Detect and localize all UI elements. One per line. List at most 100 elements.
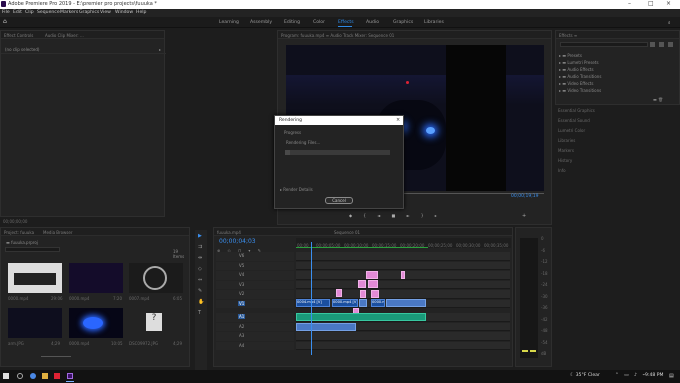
- close-icon[interactable]: ×: [666, 0, 671, 7]
- tab-sequence-01[interactable]: Sequence 01: [334, 230, 360, 235]
- menu-graphics[interactable]: Graphics: [79, 10, 99, 15]
- tab-color[interactable]: Color: [313, 20, 325, 25]
- ripple-edit-tool-icon[interactable]: ⇹: [198, 255, 202, 261]
- tab-media-browser[interactable]: Media Browser: [43, 230, 73, 235]
- track-header-v3[interactable]: V3: [216, 280, 294, 289]
- clip-v1-b[interactable]: 0000.mp4 [V]: [332, 299, 358, 307]
- thumb-1[interactable]: [8, 263, 62, 293]
- dialog-close-icon[interactable]: ×: [396, 117, 400, 123]
- tab-audio-clip-mixer[interactable]: Audio Clip Mixer: ...: [45, 33, 84, 38]
- clip-a2-b[interactable]: [296, 323, 356, 331]
- menu-markers[interactable]: Markers: [60, 10, 78, 15]
- type-tool-icon[interactable]: T: [198, 310, 201, 316]
- clip-v1-d[interactable]: 0000.mp4: [371, 299, 385, 307]
- track-header-v5[interactable]: V5: [216, 261, 294, 270]
- track-header-a2[interactable]: A2: [216, 322, 294, 331]
- menu-edit[interactable]: Edit: [13, 10, 22, 15]
- tab-effects[interactable]: Effects: [338, 20, 354, 25]
- home-icon[interactable]: ⌂: [3, 18, 7, 25]
- clip-v5-b[interactable]: [401, 271, 405, 279]
- panel-libraries[interactable]: Libraries: [558, 138, 575, 143]
- explorer-icon[interactable]: [42, 373, 48, 379]
- clip-v4-a[interactable]: [358, 280, 366, 288]
- edge-icon[interactable]: [30, 373, 36, 379]
- premiere-taskbar-icon[interactable]: [67, 373, 73, 379]
- cancel-button[interactable]: Cancel: [325, 197, 353, 204]
- zoom-slider[interactable]: [41, 356, 71, 357]
- menu-clip[interactable]: Clip: [25, 10, 34, 15]
- clip-v3-b[interactable]: [371, 290, 379, 298]
- menu-help[interactable]: Help: [136, 10, 146, 15]
- panel-info[interactable]: Info: [558, 168, 566, 173]
- panel-essential-graphics[interactable]: Essential Graphics: [558, 108, 595, 113]
- thumb-3[interactable]: [129, 263, 183, 293]
- effects-item-lumetri[interactable]: ▸ ▬ Lumetri Presets: [559, 60, 599, 65]
- slip-tool-icon[interactable]: ⇔: [198, 277, 202, 283]
- track-lane-a3[interactable]: [296, 332, 510, 341]
- clip-v1-e[interactable]: [386, 299, 426, 307]
- track-lane-v5[interactable]: [296, 261, 510, 270]
- effects-item-presets[interactable]: ▸ ▬ Presets: [559, 53, 582, 58]
- hand-tool-icon[interactable]: ✋: [198, 299, 204, 305]
- clip-v4-b[interactable]: [368, 280, 378, 288]
- panel-markers[interactable]: Markers: [558, 148, 574, 153]
- effects-search-input[interactable]: [560, 42, 648, 47]
- track-header-a3[interactable]: A3: [216, 332, 294, 341]
- search-icon[interactable]: ⌕: [668, 20, 671, 26]
- tab-audio[interactable]: Audio: [366, 20, 379, 25]
- track-header-v6[interactable]: V6: [216, 252, 294, 261]
- track-lane-v2[interactable]: [296, 290, 510, 299]
- effects-item-video-effects[interactable]: ▸ ▬ Video Effects: [559, 81, 593, 86]
- effects-item-audio-transitions[interactable]: ▸ ▬ Audio Transitions: [559, 74, 601, 79]
- tab-effects-panel[interactable]: Effects ≡: [559, 33, 577, 38]
- track-header-v1[interactable]: V1: [216, 299, 294, 308]
- track-lane-v6[interactable]: [296, 252, 510, 261]
- track-lane-v3[interactable]: [296, 280, 510, 289]
- tray-icons[interactable]: ⌃ ▭ ♪ ⌁: [615, 373, 647, 378]
- tab-learning[interactable]: Learning: [219, 20, 239, 25]
- panel-lumetri-color[interactable]: Lumetri Color: [558, 128, 585, 133]
- clip-v3-c[interactable]: [336, 289, 342, 297]
- search-taskbar-icon[interactable]: [17, 373, 23, 379]
- effects-item-video-transitions[interactable]: ▸ ▬ Video Transitions: [559, 88, 601, 93]
- track-header-a1[interactable]: A1: [216, 313, 294, 322]
- clip-v1-c[interactable]: [359, 299, 367, 307]
- menu-file[interactable]: File: [2, 10, 10, 15]
- clip-v5-a[interactable]: [366, 271, 378, 279]
- add-button-icon[interactable]: +: [522, 213, 526, 219]
- tab-libraries[interactable]: Libraries: [424, 20, 444, 25]
- playhead[interactable]: [311, 242, 312, 355]
- panel-history[interactable]: History: [558, 158, 572, 163]
- accelerated-icon[interactable]: [650, 42, 655, 47]
- notification-icon[interactable]: ▤: [669, 373, 674, 379]
- yuv-icon[interactable]: [668, 42, 673, 47]
- tab-editing[interactable]: Editing: [284, 20, 300, 25]
- track-header-v4[interactable]: V4: [216, 271, 294, 280]
- app-icon[interactable]: [54, 373, 60, 379]
- panel-menu-icon[interactable]: ▸: [159, 47, 161, 52]
- pen-tool-icon[interactable]: ✎: [198, 288, 202, 294]
- project-search-input[interactable]: [5, 247, 60, 252]
- track-select-tool-icon[interactable]: ⇉: [198, 244, 202, 250]
- selection-tool-icon[interactable]: ▶: [198, 233, 202, 239]
- thumb-5[interactable]: [69, 308, 123, 338]
- menu-window[interactable]: Window: [115, 10, 133, 15]
- tab-graphics[interactable]: Graphics: [393, 20, 413, 25]
- new-bin-icon[interactable]: ▬ 🗑: [653, 97, 663, 102]
- tab-project[interactable]: Project: fuuuka: [4, 230, 34, 235]
- tab-effect-controls[interactable]: Effect Controls: [4, 33, 33, 38]
- panel-essential-sound[interactable]: Essential Sound: [558, 118, 590, 123]
- render-details-toggle[interactable]: ▸ Render Details: [280, 187, 313, 192]
- track-lane-a4[interactable]: [296, 341, 510, 350]
- tab-assembly[interactable]: Assembly: [250, 20, 272, 25]
- unknown-file-icon[interactable]: ?: [146, 313, 162, 331]
- clip-v1-a[interactable]: 0004.mp4 [V]: [296, 299, 330, 307]
- thumb-4[interactable]: [8, 308, 62, 338]
- time-ruler[interactable]: 00;00 00;00;05;00 00;00;10;00 00;00;15;0…: [296, 238, 511, 248]
- track-header-a4[interactable]: A4: [216, 341, 294, 350]
- windows-start-icon[interactable]: [3, 373, 9, 379]
- track-header-v2[interactable]: V2: [216, 290, 294, 299]
- effects-item-audio-effects[interactable]: ▸ ▬ Audio Effects: [559, 67, 594, 72]
- maximize-icon[interactable]: □: [648, 0, 654, 7]
- menu-view[interactable]: View: [100, 10, 111, 15]
